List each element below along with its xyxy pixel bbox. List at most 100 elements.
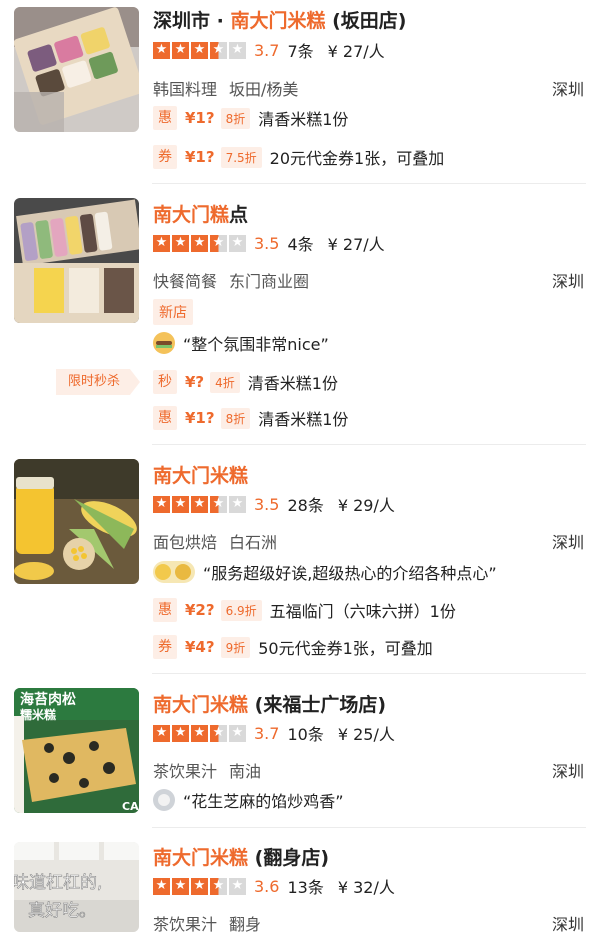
star-icon bbox=[191, 41, 208, 59]
area: 白石洲 bbox=[229, 533, 278, 552]
title-suffix: (坂田店) bbox=[325, 10, 407, 32]
avatar-icon bbox=[153, 561, 195, 583]
title-suffix: 点 bbox=[229, 204, 249, 226]
deal-text: 50元代金券1张，可叠加 bbox=[258, 639, 433, 658]
image-caption: 糯米糕 bbox=[20, 707, 56, 722]
star-half-icon bbox=[210, 724, 227, 742]
star-rating bbox=[153, 495, 246, 513]
deal-text: 五福临门（六味六拼）1份 bbox=[269, 602, 456, 621]
rating-row: 3.5 28条 ¥ 29/人 bbox=[153, 494, 395, 515]
review-quote: “花生芝麻的馅炒鸡香” bbox=[183, 792, 344, 811]
deal-row[interactable]: 惠 ¥1? 8折 清香米糕1份 bbox=[153, 106, 348, 130]
star-empty-icon bbox=[229, 41, 246, 59]
star-empty-icon bbox=[229, 724, 246, 742]
star-icon bbox=[153, 877, 170, 895]
rating-score: 3.6 bbox=[254, 876, 280, 896]
review-count: 13条 bbox=[287, 878, 324, 897]
new-store-badge: 新店 bbox=[153, 299, 193, 325]
deal-tag: 惠 bbox=[153, 406, 177, 430]
deal-tag: 秒 bbox=[153, 370, 177, 394]
category: 韩国料理 bbox=[153, 80, 218, 99]
deal-row[interactable]: 券 ¥1? 7.5折 20元代金券1张，可叠加 bbox=[153, 145, 444, 169]
avatar-icon bbox=[153, 789, 175, 811]
listing-title[interactable]: 南大门米糕 (来福士广场店) bbox=[153, 690, 386, 717]
listing-title[interactable]: 深圳市 · 南大门米糕 (坂田店) bbox=[153, 6, 406, 33]
image-caption: 味道杠杠的, bbox=[14, 873, 102, 893]
deal-row[interactable]: 惠 ¥2? 6.9折 五福临门（六味六拼）1份 bbox=[153, 598, 456, 622]
category-row: 快餐简餐 东门商业圈 bbox=[153, 268, 309, 292]
category-row: 茶饮果汁 翻身 bbox=[153, 911, 261, 935]
star-icon bbox=[153, 41, 170, 59]
star-empty-icon bbox=[229, 234, 246, 252]
deal-row[interactable]: 秒 ¥? 4折 清香米糕1份 bbox=[153, 370, 338, 394]
review-count: 7条 bbox=[287, 42, 314, 61]
star-icon bbox=[191, 234, 208, 252]
title-highlight: 南大门米糕 bbox=[153, 465, 249, 487]
city: 深圳 bbox=[551, 915, 584, 934]
city: 深圳 bbox=[551, 762, 584, 781]
review-quote: “服务超级好诶,超级热心的介绍各种点心” bbox=[203, 564, 497, 583]
deal-tag: 券 bbox=[153, 635, 177, 659]
listing-photo[interactable] bbox=[14, 7, 139, 132]
title-prefix: 深圳市 · bbox=[153, 10, 231, 32]
image-caption: 海苔肉松 bbox=[20, 691, 76, 708]
rating-score: 3.5 bbox=[254, 494, 280, 514]
review-snippet[interactable]: “服务超级好诶,超级热心的介绍各种点心” bbox=[153, 559, 497, 585]
listing-card[interactable]: 南大门糕点 3.5 4条 ¥ 27/人 快餐简餐东门商业圈 深圳 新店 “整个氛… bbox=[0, 183, 600, 442]
city: 深圳 bbox=[551, 272, 584, 291]
listing-title[interactable]: 南大门米糕 bbox=[153, 461, 248, 488]
avg-price: ¥ 25/人 bbox=[337, 725, 395, 744]
deal-row[interactable]: 惠 ¥1? 8折 清香米糕1份 bbox=[153, 406, 348, 430]
deal-price: ¥1? bbox=[185, 109, 215, 127]
review-count: 28条 bbox=[287, 496, 324, 515]
star-half-icon bbox=[210, 495, 227, 513]
listing-photo[interactable]: 味道杠杠的, 真好吃。 bbox=[14, 842, 139, 932]
title-highlight: 南大门米糕 bbox=[230, 10, 326, 32]
listing-title[interactable]: 南大门米糕 (翻身店) bbox=[153, 843, 329, 870]
deal-text: 清香米糕1份 bbox=[258, 110, 349, 129]
avg-price: ¥ 27/人 bbox=[327, 42, 385, 61]
city: 深圳 bbox=[551, 80, 584, 99]
star-rating bbox=[153, 724, 246, 742]
star-icon bbox=[191, 495, 208, 513]
listing-photo[interactable]: 海苔肉松 糯米糕 CA bbox=[14, 688, 139, 813]
flash-sale-label: 限时秒杀 bbox=[56, 369, 140, 395]
category: 茶饮果汁 bbox=[153, 762, 218, 781]
star-icon bbox=[191, 877, 208, 895]
deal-tag: 券 bbox=[153, 145, 177, 169]
listing-card[interactable]: 南大门米糕 3.5 28条 ¥ 29/人 面包烘焙白石洲 深圳 “服务超级好诶,… bbox=[0, 444, 600, 670]
listing-title[interactable]: 南大门糕点 bbox=[153, 200, 248, 227]
star-rating bbox=[153, 877, 246, 895]
deal-text: 清香米糕1份 bbox=[247, 374, 338, 393]
rating-row: 3.5 4条 ¥ 27/人 bbox=[153, 233, 385, 254]
title-highlight: 南大门米糕 bbox=[153, 694, 249, 716]
rice-cake-assortment-photo bbox=[14, 198, 139, 323]
rating-row: 3.7 10条 ¥ 25/人 bbox=[153, 723, 395, 744]
star-icon bbox=[172, 41, 189, 59]
listing-card[interactable]: 味道杠杠的, 真好吃。 南大门米糕 (翻身店) 3.6 13条 ¥ 32/人 茶… bbox=[0, 827, 600, 938]
listing-card[interactable]: 深圳市 · 南大门米糕 (坂田店) 3.7 7条 ¥ 27/人 韩国料理坂田/杨… bbox=[0, 0, 600, 180]
star-half-icon bbox=[210, 877, 227, 895]
category: 面包烘焙 bbox=[153, 533, 218, 552]
review-snippet[interactable]: “整个氛围非常nice” bbox=[153, 330, 329, 356]
listing-card[interactable]: 海苔肉松 糯米糕 CA 南大门米糕 (来福士广场店) 3.7 10条 ¥ 25/… bbox=[0, 673, 600, 825]
star-icon bbox=[153, 234, 170, 252]
deal-text: 20元代金券1张，可叠加 bbox=[269, 149, 445, 168]
star-icon bbox=[191, 724, 208, 742]
title-suffix: (翻身店) bbox=[248, 847, 329, 869]
avg-price: ¥ 32/人 bbox=[337, 878, 395, 897]
seaweed-rice-cake-photo: 海苔肉松 糯米糕 CA bbox=[14, 688, 139, 813]
deal-row[interactable]: 券 ¥4? 9折 50元代金券1张，可叠加 bbox=[153, 635, 433, 659]
rating-row: 3.7 7条 ¥ 27/人 bbox=[153, 40, 385, 61]
corn-juice-photo bbox=[14, 459, 139, 584]
listing-photo[interactable] bbox=[14, 459, 139, 584]
deal-discount: 6.9折 bbox=[220, 599, 262, 621]
rating-score: 3.7 bbox=[254, 723, 280, 743]
title-suffix: (来福士广场店) bbox=[248, 694, 386, 716]
star-icon bbox=[172, 724, 189, 742]
review-snippet[interactable]: “花生芝麻的馅炒鸡香” bbox=[153, 787, 344, 813]
deal-tag: 惠 bbox=[153, 106, 177, 130]
star-icon bbox=[153, 495, 170, 513]
star-half-icon bbox=[210, 41, 227, 59]
listing-photo[interactable] bbox=[14, 198, 139, 323]
